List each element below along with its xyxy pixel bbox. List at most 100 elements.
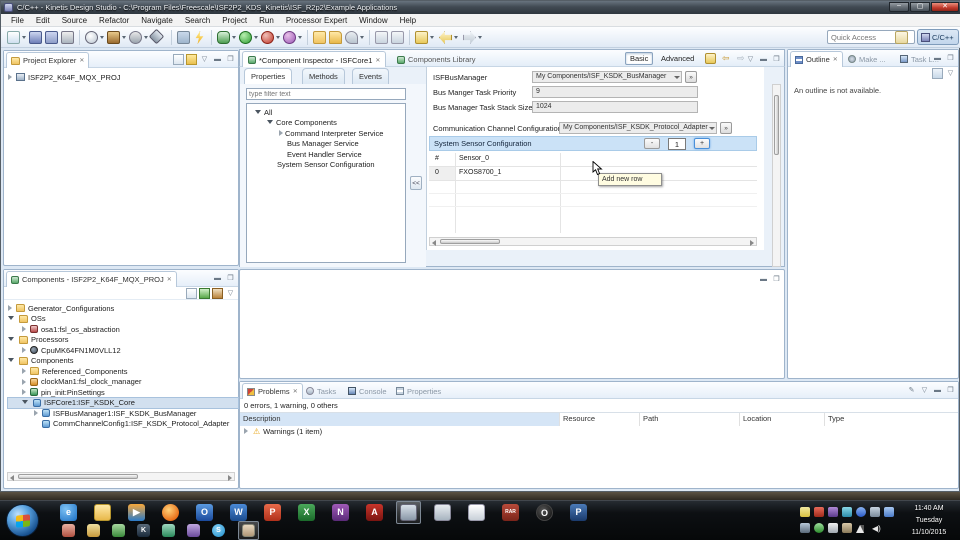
- expand-icon[interactable]: [8, 74, 12, 80]
- taskbar-tools-icon[interactable]: [112, 524, 125, 537]
- save-all-button[interactable]: [45, 31, 58, 44]
- cpp-perspective-button[interactable]: C/C++: [917, 29, 959, 45]
- new-file-button[interactable]: [7, 31, 20, 44]
- help-page-icon[interactable]: [705, 53, 716, 64]
- minimize-icon[interactable]: ▬: [932, 385, 943, 396]
- menu-navigate[interactable]: Navigate: [135, 16, 179, 25]
- expand-icon[interactable]: [8, 305, 12, 311]
- taskbar-opera-icon[interactable]: O: [536, 504, 553, 521]
- menu-processor-expert[interactable]: Processor Expert: [280, 16, 353, 25]
- taskbar-map-tool-icon[interactable]: [162, 524, 175, 537]
- menu-window[interactable]: Window: [353, 16, 393, 25]
- taskbar-word-icon[interactable]: W: [230, 504, 247, 521]
- add-row-button[interactable]: +: [694, 138, 710, 149]
- collapse-tree-icon[interactable]: [8, 337, 14, 341]
- expand-icon[interactable]: [22, 347, 26, 353]
- components-view-tab[interactable]: Components - ISF2P2_K64F_MQX_PROJ ✕: [6, 271, 177, 287]
- scrollbar-thumb[interactable]: [440, 239, 500, 244]
- scroll-right-icon[interactable]: [750, 240, 754, 246]
- components-library-tab[interactable]: Components Library: [392, 51, 481, 68]
- save-button[interactable]: [29, 31, 42, 44]
- close-icon[interactable]: ✕: [79, 57, 84, 64]
- tree-item-system-sensor-config[interactable]: System Sensor Configuration: [247, 160, 405, 171]
- open-perspective-button[interactable]: [895, 31, 908, 44]
- column-resource[interactable]: Resource: [560, 413, 640, 426]
- tree-item[interactable]: OSs: [8, 314, 238, 325]
- view-menu-icon[interactable]: ▽: [225, 288, 236, 299]
- annotations-button[interactable]: [391, 31, 404, 44]
- tray-flag-icon[interactable]: [828, 523, 838, 533]
- minimize-icon[interactable]: ▬: [212, 273, 223, 284]
- menu-project[interactable]: Project: [216, 16, 253, 25]
- vertical-scrollbar[interactable]: [772, 84, 781, 267]
- profile-dropdown-icon[interactable]: [276, 36, 280, 39]
- taskbar-clock[interactable]: 11:40 AM Tuesday 11/10/2015: [902, 503, 956, 539]
- external-tools-dropdown-icon[interactable]: [298, 36, 302, 39]
- menu-search[interactable]: Search: [179, 16, 216, 25]
- menu-source[interactable]: Source: [56, 16, 93, 25]
- maximize-icon[interactable]: ❒: [945, 385, 956, 396]
- comm-channel-goto-button[interactable]: »: [720, 122, 732, 134]
- back-icon[interactable]: ⇦: [722, 53, 730, 64]
- build-config-dropdown-icon[interactable]: [100, 36, 104, 39]
- tree-item[interactable]: pin_init:PinSettings: [8, 387, 238, 398]
- expand-icon[interactable]: [22, 326, 26, 332]
- console-tab[interactable]: Console: [344, 383, 391, 399]
- column-type[interactable]: Type: [825, 413, 958, 426]
- taskbar-flag-tool-icon[interactable]: [87, 524, 100, 537]
- mark-occurrences-button[interactable]: [375, 31, 388, 44]
- collapse-tree-icon[interactable]: [8, 316, 14, 320]
- column-location[interactable]: Location: [740, 413, 825, 426]
- collapse-tree-icon[interactable]: [8, 358, 14, 362]
- bluetooth-icon[interactable]: [856, 507, 866, 517]
- filter-icon[interactable]: ✎: [906, 385, 917, 396]
- cut-tool-icon[interactable]: [149, 29, 165, 45]
- print-button[interactable]: [61, 31, 74, 44]
- project-explorer-tab[interactable]: Project Explorer ✕: [6, 52, 89, 68]
- column-description[interactable]: Description: [240, 413, 560, 426]
- tree-item-project[interactable]: ISF2P2_K64F_MQX_PROJ: [8, 72, 238, 83]
- maximize-icon[interactable]: ❒: [771, 274, 782, 285]
- tray-network-device-icon[interactable]: [884, 507, 894, 517]
- taskbar-back-tool-icon[interactable]: [62, 524, 75, 537]
- make-target-tab[interactable]: Make ...: [844, 51, 890, 67]
- view-menu-icon[interactable]: ▽: [199, 54, 210, 65]
- close-icon[interactable]: ✕: [833, 56, 838, 63]
- open-folder-button[interactable]: [313, 31, 326, 44]
- component-inspector-tab[interactable]: *Component Inspector - ISFCore1 ✕: [242, 51, 386, 68]
- debug-dropdown-icon[interactable]: [232, 36, 236, 39]
- scroll-left-icon[interactable]: [432, 240, 436, 246]
- tray-teal-icon[interactable]: [842, 507, 852, 517]
- taskbar-p-app-icon[interactable]: P: [570, 504, 587, 521]
- build-dropdown-icon[interactable]: [122, 36, 126, 39]
- taskbar-notes-icon[interactable]: [468, 504, 485, 521]
- minimize-icon[interactable]: ▬: [932, 53, 943, 64]
- expand-icon[interactable]: [22, 368, 26, 374]
- tree-item-core-components[interactable]: Core Components: [247, 118, 405, 129]
- tree-item[interactable]: Generator_Configurations: [8, 303, 238, 314]
- processor-expert-lightning-icon[interactable]: [193, 31, 206, 44]
- tray-shield-icon[interactable]: [814, 523, 824, 533]
- run-button[interactable]: [239, 31, 252, 44]
- enable-component-icon[interactable]: [199, 288, 210, 299]
- close-window-button[interactable]: ✕: [931, 2, 959, 12]
- busmanager-goto-button[interactable]: »: [685, 71, 697, 83]
- build-config-button[interactable]: [85, 31, 98, 44]
- taskbar-explorer-icon[interactable]: [94, 504, 111, 521]
- menu-file[interactable]: File: [5, 16, 30, 25]
- minimize-icon[interactable]: ▬: [212, 54, 223, 65]
- back-dropdown-icon[interactable]: [454, 36, 458, 39]
- tree-item-all[interactable]: All: [247, 107, 405, 118]
- properties-tab[interactable]: Properties: [392, 383, 445, 399]
- scroll-left-icon[interactable]: [10, 475, 14, 481]
- maximize-icon[interactable]: ❒: [771, 54, 782, 65]
- taskbar-onenote-icon[interactable]: N: [332, 504, 349, 521]
- collapse-tree-icon[interactable]: [255, 110, 261, 114]
- generate-code-button[interactable]: [177, 31, 190, 44]
- taskbar-purple-tool-icon[interactable]: [187, 524, 200, 537]
- tray-red-icon[interactable]: [814, 507, 824, 517]
- run-dropdown-icon[interactable]: [254, 36, 258, 39]
- taskbar-powerpoint-icon[interactable]: P: [264, 504, 281, 521]
- tray-purple-icon[interactable]: [828, 507, 838, 517]
- menu-help[interactable]: Help: [394, 16, 422, 25]
